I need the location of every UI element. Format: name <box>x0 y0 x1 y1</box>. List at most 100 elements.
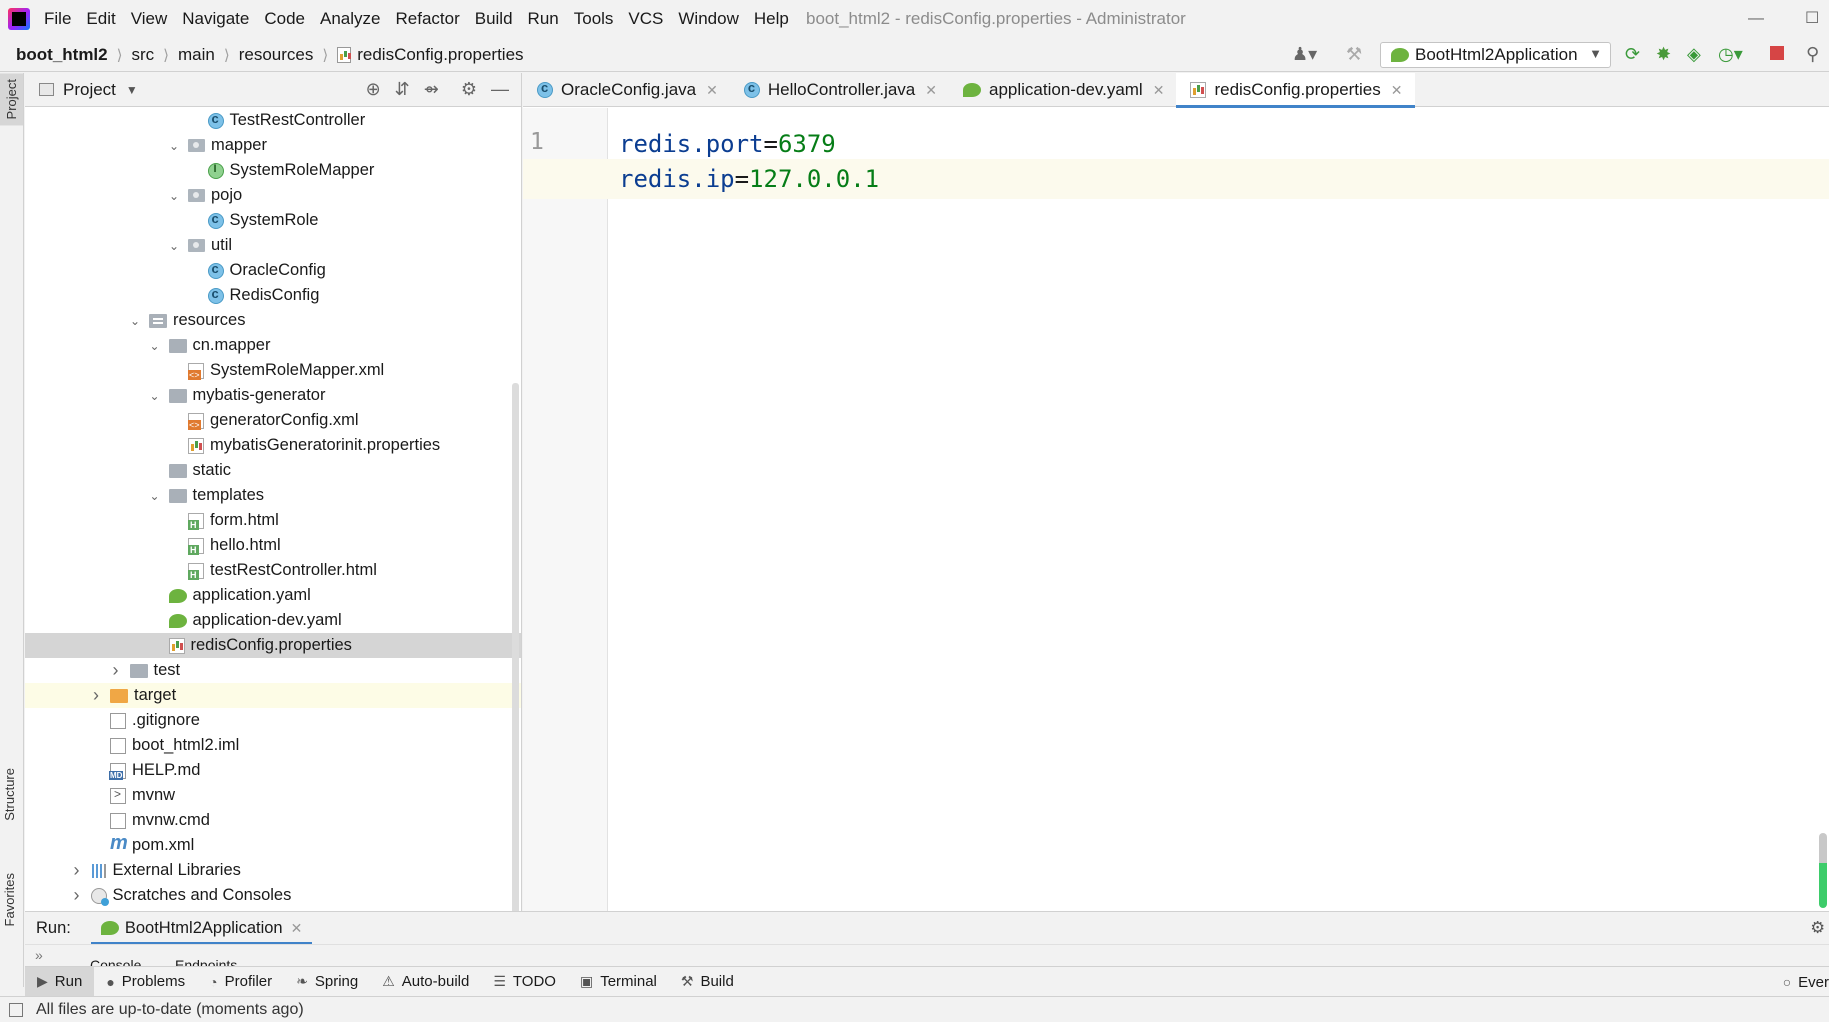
chevron-right-icon[interactable]: › <box>69 860 85 881</box>
double-chevron-icon[interactable]: » <box>35 947 43 963</box>
gear-icon[interactable]: ⚙ <box>461 79 477 100</box>
chevron-down-icon[interactable]: ⌄ <box>166 239 182 253</box>
editor-scrollbar[interactable] <box>1819 833 1827 908</box>
tool-tab-problems[interactable]: ● Problems <box>94 967 197 997</box>
tree-scrollbar[interactable] <box>512 383 519 983</box>
menu-tools[interactable]: Tools <box>574 9 614 29</box>
menu-edit[interactable]: Edit <box>86 9 115 29</box>
editor-tab[interactable]: HelloController.java ✕ <box>730 73 949 107</box>
close-icon[interactable]: ✕ <box>291 920 303 937</box>
chevron-down-icon[interactable]: ⌄ <box>166 189 182 203</box>
event-log-button[interactable]: ○ Ever <box>1783 967 1829 997</box>
editor-tab[interactable]: application-dev.yaml ✕ <box>949 73 1176 107</box>
tree-node[interactable]: boot_html2.iml <box>25 733 521 758</box>
tree-node[interactable]: pom.xml <box>25 832 521 858</box>
tree-node[interactable]: OracleConfig <box>25 258 521 283</box>
menu-help[interactable]: Help <box>754 9 789 29</box>
tree-node[interactable]: .gitignore <box>25 708 521 733</box>
tree-node[interactable]: › Scratches and Consoles <box>25 883 521 908</box>
chevron-down-icon[interactable]: ⌄ <box>147 339 163 353</box>
chevron-down-icon[interactable]: ⌄ <box>147 389 163 403</box>
favorites-tool-tab[interactable]: Favorites <box>2 873 17 926</box>
tool-tab-profiler[interactable]: ◔ Profiler <box>197 967 284 997</box>
menu-analyze[interactable]: Analyze <box>320 9 380 29</box>
editor-tab[interactable]: redisConfig.properties ✕ <box>1176 73 1415 108</box>
tool-windows-toggle-icon[interactable] <box>9 1003 23 1017</box>
run-configuration-select[interactable]: BootHtml2Application ▼ <box>1380 42 1611 68</box>
tree-node[interactable]: static <box>25 458 521 483</box>
tree-node[interactable]: mvnw <box>25 783 521 808</box>
tree-node[interactable]: mybatisGeneratorinit.properties <box>25 433 521 458</box>
breadcrumb-item-project[interactable]: boot_html2 <box>16 45 108 65</box>
debug-bug-icon[interactable]: ✸ <box>1656 44 1671 65</box>
chevron-down-icon[interactable]: ▼ <box>126 83 138 97</box>
tree-node[interactable]: HELP.md <box>25 758 521 783</box>
expand-all-icon[interactable]: ⇵ <box>395 79 410 100</box>
run-tab-bootapp[interactable]: BootHtml2Application ✕ <box>90 912 313 945</box>
menu-run[interactable]: Run <box>528 9 559 29</box>
tree-node[interactable]: ⌄ resources <box>25 308 521 333</box>
tree-node[interactable]: mvnw.cmd <box>25 808 521 833</box>
tree-node[interactable]: › External Libraries <box>25 858 521 883</box>
profile-icon[interactable]: ◷▾ <box>1718 44 1743 65</box>
tool-tab-auto-build[interactable]: ⚠ Auto-build <box>370 967 481 997</box>
chevron-right-icon[interactable]: › <box>108 660 124 681</box>
menu-refactor[interactable]: Refactor <box>395 9 459 29</box>
menu-window[interactable]: Window <box>678 9 738 29</box>
breadcrumb-item-resources[interactable]: resources <box>239 45 314 65</box>
tree-node[interactable]: ⌄ pojo <box>25 183 521 208</box>
tree-node[interactable]: generatorConfig.xml <box>25 408 521 433</box>
menu-vcs[interactable]: VCS <box>628 9 663 29</box>
menu-view[interactable]: View <box>131 9 168 29</box>
tree-node[interactable]: application-dev.yaml <box>25 608 521 633</box>
tool-tab-terminal[interactable]: ▣ Terminal <box>568 967 669 997</box>
tool-tab-run[interactable]: ▶ Run <box>25 966 95 997</box>
rerun-icon[interactable]: ⟳ <box>1625 44 1640 65</box>
code-line[interactable]: redis.port = 6379 <box>608 124 1829 164</box>
tool-tab-build[interactable]: ⚒ Build <box>669 967 746 997</box>
project-tool-tab[interactable]: Project <box>0 73 23 126</box>
menu-code[interactable]: Code <box>264 9 305 29</box>
maximize-icon[interactable]: ☐ <box>1805 8 1819 28</box>
chevron-down-icon[interactable]: ⌄ <box>166 139 182 153</box>
menu-build[interactable]: Build <box>475 9 513 29</box>
tree-node[interactable]: redisConfig.properties <box>25 633 521 658</box>
search-icon[interactable]: ⚲ <box>1806 44 1819 65</box>
collapse-all-icon[interactable]: ⇴ <box>424 79 439 100</box>
tree-node[interactable]: form.html <box>25 508 521 533</box>
close-icon[interactable]: ✕ <box>706 82 718 99</box>
close-icon[interactable]: ✕ <box>1391 82 1403 99</box>
console-tab[interactable]: Console <box>90 957 141 966</box>
menu-file[interactable]: File <box>44 9 71 29</box>
close-icon[interactable]: ✕ <box>1153 82 1165 99</box>
chevron-down-icon[interactable]: ⌄ <box>127 314 143 328</box>
endpoints-tab[interactable]: Endpoints <box>175 957 237 966</box>
tree-node[interactable]: ⌄ mybatis-generator <box>25 383 521 408</box>
breadcrumb-item-file[interactable]: redisConfig.properties <box>357 45 523 65</box>
minimize-icon[interactable]: — <box>1748 10 1764 28</box>
tree-node[interactable]: RedisConfig <box>25 283 521 308</box>
tree-node[interactable]: hello.html <box>25 533 521 558</box>
tree-node[interactable]: ⌄ cn.mapper <box>25 333 521 358</box>
breadcrumb-item-src[interactable]: src <box>131 45 154 65</box>
tree-node[interactable]: SystemRoleMapper.xml <box>25 358 521 383</box>
tree-node[interactable]: TestRestController <box>25 108 521 133</box>
menu-navigate[interactable]: Navigate <box>182 9 249 29</box>
tree-node[interactable]: ⌄ mapper <box>25 133 521 158</box>
tree-node[interactable]: ⌄ templates <box>25 483 521 508</box>
gear-icon[interactable]: ⚙ <box>1810 918 1825 938</box>
run-with-coverage-icon[interactable]: ◈ <box>1687 44 1701 65</box>
tool-tab-spring[interactable]: ❧ Spring <box>284 967 370 997</box>
build-hammer-icon[interactable]: ⚒ <box>1346 44 1362 65</box>
breadcrumb-item-main[interactable]: main <box>178 45 215 65</box>
close-icon[interactable]: ✕ <box>925 82 937 99</box>
chevron-right-icon[interactable]: › <box>88 685 104 706</box>
structure-tool-tab[interactable]: Structure <box>2 768 17 821</box>
tree-node[interactable]: SystemRole <box>25 208 521 233</box>
chevron-down-icon[interactable]: ⌄ <box>147 489 163 503</box>
tree-node[interactable]: › target <box>25 683 521 708</box>
tree-node[interactable]: › test <box>25 658 521 683</box>
chevron-right-icon[interactable]: › <box>69 885 85 906</box>
tree-node[interactable]: ⌄ util <box>25 233 521 258</box>
tree-node[interactable]: application.yaml <box>25 583 521 608</box>
